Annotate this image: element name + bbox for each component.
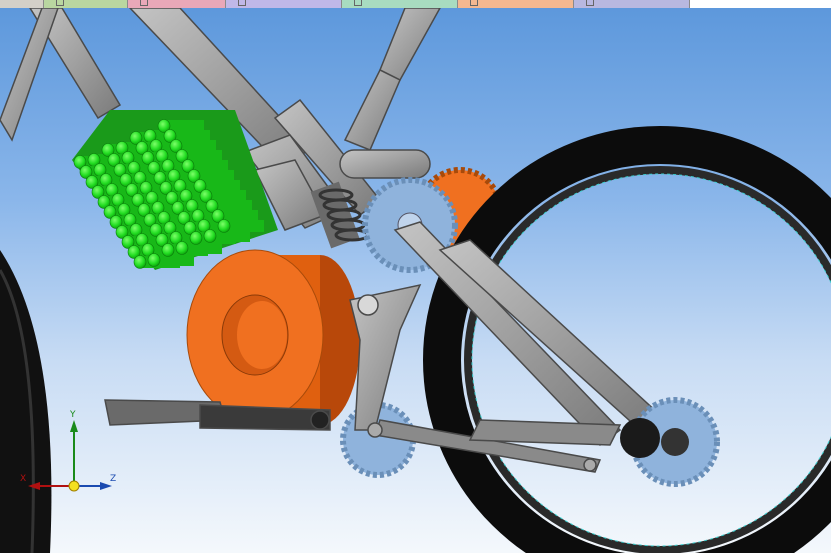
motor-housing[interactable] xyxy=(186,249,360,425)
tab-1[interactable] xyxy=(0,0,44,8)
tab-6[interactable] xyxy=(574,0,690,8)
axis-arrows xyxy=(28,420,112,492)
battery-pack[interactable] xyxy=(72,110,278,270)
document-icon xyxy=(470,0,478,6)
bicycle-model-scene[interactable] xyxy=(0,8,831,553)
y-axis-label: Y xyxy=(70,410,76,420)
document-icon xyxy=(586,0,594,6)
battery-cell-end xyxy=(189,231,203,245)
coordinate-triad: X Y Z xyxy=(14,408,124,508)
document-icon xyxy=(140,0,148,6)
tab-4[interactable] xyxy=(342,0,458,8)
tab-2[interactable] xyxy=(128,0,226,8)
battery-cell-end xyxy=(203,229,217,243)
document-icon xyxy=(56,0,64,6)
tab-7[interactable] xyxy=(690,0,831,8)
battery-cell-end xyxy=(147,253,161,267)
document-icon xyxy=(238,0,246,6)
rear-wheel[interactable] xyxy=(423,126,831,553)
battery-cell-end xyxy=(133,255,147,269)
document-tab-strip xyxy=(0,0,831,8)
tab-3[interactable] xyxy=(226,0,342,8)
3d-viewport[interactable]: X Y Z xyxy=(0,8,831,553)
battery-cell-end xyxy=(161,243,175,257)
z-axis-label: Z xyxy=(110,474,117,484)
x-axis-label: X xyxy=(20,474,27,484)
battery-cell-end xyxy=(217,219,231,233)
document-icon xyxy=(354,0,362,6)
battery-cell-end xyxy=(175,241,189,255)
tab-5[interactable] xyxy=(458,0,574,8)
tab-1b[interactable] xyxy=(44,0,128,8)
